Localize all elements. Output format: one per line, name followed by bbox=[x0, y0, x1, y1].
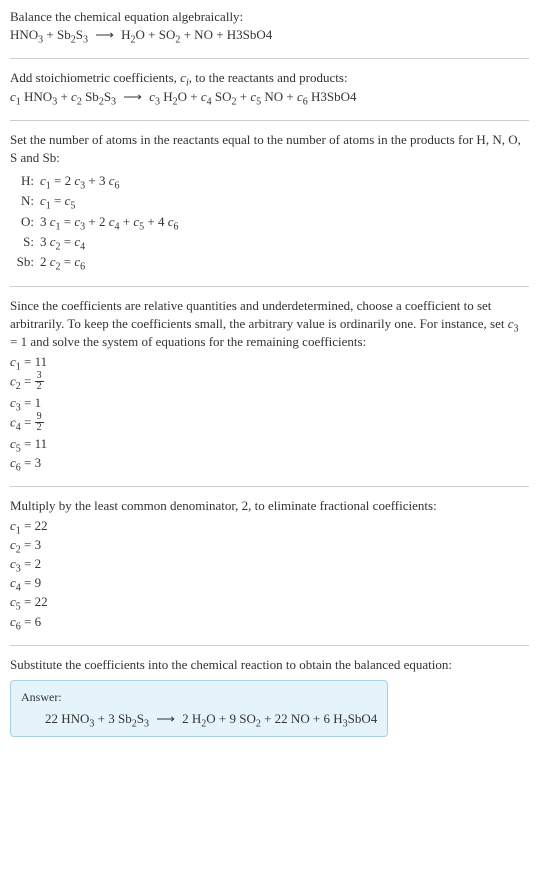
balance-equation: HNO3 + Sb2S3 ⟶ H2O + SO2 + NO + H3SbO4 bbox=[10, 26, 529, 44]
coef-list-fractional: c1 = 11 c2 = 32 c3 = 1 c4 = 92 c5 = 11 c… bbox=[10, 353, 529, 473]
ci-symbol: ci bbox=[180, 70, 189, 85]
element-equation: c1 = 2 c3 + 3 c6 bbox=[40, 171, 183, 191]
table-row: Sb: 2 c2 = c6 bbox=[10, 252, 183, 272]
table-row: S: 3 c2 = c4 bbox=[10, 232, 183, 252]
coef-value: c2 = 3 bbox=[10, 536, 529, 554]
arrow-icon: ⟶ bbox=[91, 26, 118, 44]
answer-equation: 22 HNO3 + 3 Sb2S3 ⟶ 2 H2O + 9 SO2 + 22 N… bbox=[21, 710, 377, 728]
balance-text-line1: Balance the chemical equation algebraica… bbox=[10, 8, 529, 26]
element-equation: 3 c1 = c3 + 2 c4 + c5 + 4 c6 bbox=[40, 212, 183, 232]
coef-value: c3 = 1 bbox=[10, 394, 529, 412]
answer-box: Answer: 22 HNO3 + 3 Sb2S3 ⟶ 2 H2O + 9 SO… bbox=[10, 680, 388, 737]
element-label: Sb: bbox=[10, 252, 40, 272]
coef-value: c3 = 2 bbox=[10, 555, 529, 573]
section-solve-coeffs: Since the coefficients are relative quan… bbox=[10, 297, 529, 472]
table-row: H: c1 = 2 c3 + 3 c6 bbox=[10, 171, 183, 191]
coef-value: c4 = 92 bbox=[10, 413, 529, 434]
coef-value: c5 = 22 bbox=[10, 593, 529, 611]
answer-intro: Substitute the coefficients into the che… bbox=[10, 656, 529, 674]
section-balance-prompt: Balance the chemical equation algebraica… bbox=[10, 8, 529, 44]
divider bbox=[10, 645, 529, 646]
table-row: O: 3 c1 = c3 + 2 c4 + c5 + 4 c6 bbox=[10, 212, 183, 232]
solve-intro: Since the coefficients are relative quan… bbox=[10, 297, 529, 352]
coef-value: c2 = 32 bbox=[10, 372, 529, 393]
add-coeff-text: Add stoichiometric coefficients, ci, to … bbox=[10, 69, 529, 87]
coef-value: c6 = 6 bbox=[10, 613, 529, 631]
fraction: 32 bbox=[35, 371, 44, 392]
section-integer-coeffs: Multiply by the least common denominator… bbox=[10, 497, 529, 630]
fraction-den: 2 bbox=[35, 423, 44, 433]
arrow-icon: ⟶ bbox=[152, 710, 179, 728]
coef-value: c5 = 11 bbox=[10, 435, 529, 453]
divider bbox=[10, 486, 529, 487]
atom-eq-intro: Set the number of atoms in the reactants… bbox=[10, 131, 529, 167]
atom-eq-table: H: c1 = 2 c3 + 3 c6 N: c1 = c5 O: 3 c1 =… bbox=[10, 171, 183, 272]
coef-list-integer: c1 = 22 c2 = 3 c3 = 2 c4 = 9 c5 = 22 c6 … bbox=[10, 517, 529, 631]
coef-value: c1 = 22 bbox=[10, 517, 529, 535]
coeff-equation: c1 HNO3 + c2 Sb2S3 ⟶ c3 H2O + c4 SO2 + c… bbox=[10, 88, 529, 106]
section-add-coefficients: Add stoichiometric coefficients, ci, to … bbox=[10, 69, 529, 105]
coef-value: c6 = 3 bbox=[10, 454, 529, 472]
element-label: S: bbox=[10, 232, 40, 252]
fraction-den: 2 bbox=[35, 382, 44, 392]
coef-value: c1 = 11 bbox=[10, 353, 529, 371]
answer-label: Answer: bbox=[21, 689, 377, 706]
element-label: H: bbox=[10, 171, 40, 191]
element-label: O: bbox=[10, 212, 40, 232]
fraction: 92 bbox=[35, 412, 44, 433]
element-equation: c1 = c5 bbox=[40, 191, 183, 211]
text-fragment: Add stoichiometric coefficients, bbox=[10, 70, 180, 85]
divider bbox=[10, 58, 529, 59]
element-label: N: bbox=[10, 191, 40, 211]
arrow-icon: ⟶ bbox=[119, 88, 146, 106]
table-row: N: c1 = c5 bbox=[10, 191, 183, 211]
coef-value: c4 = 9 bbox=[10, 574, 529, 592]
text-fragment: , to the reactants and products: bbox=[189, 70, 348, 85]
section-answer: Substitute the coefficients into the che… bbox=[10, 656, 529, 737]
integer-intro: Multiply by the least common denominator… bbox=[10, 497, 529, 515]
section-atom-equations: Set the number of atoms in the reactants… bbox=[10, 131, 529, 272]
element-equation: 2 c2 = c6 bbox=[40, 252, 183, 272]
divider bbox=[10, 286, 529, 287]
element-equation: 3 c2 = c4 bbox=[40, 232, 183, 252]
divider bbox=[10, 120, 529, 121]
